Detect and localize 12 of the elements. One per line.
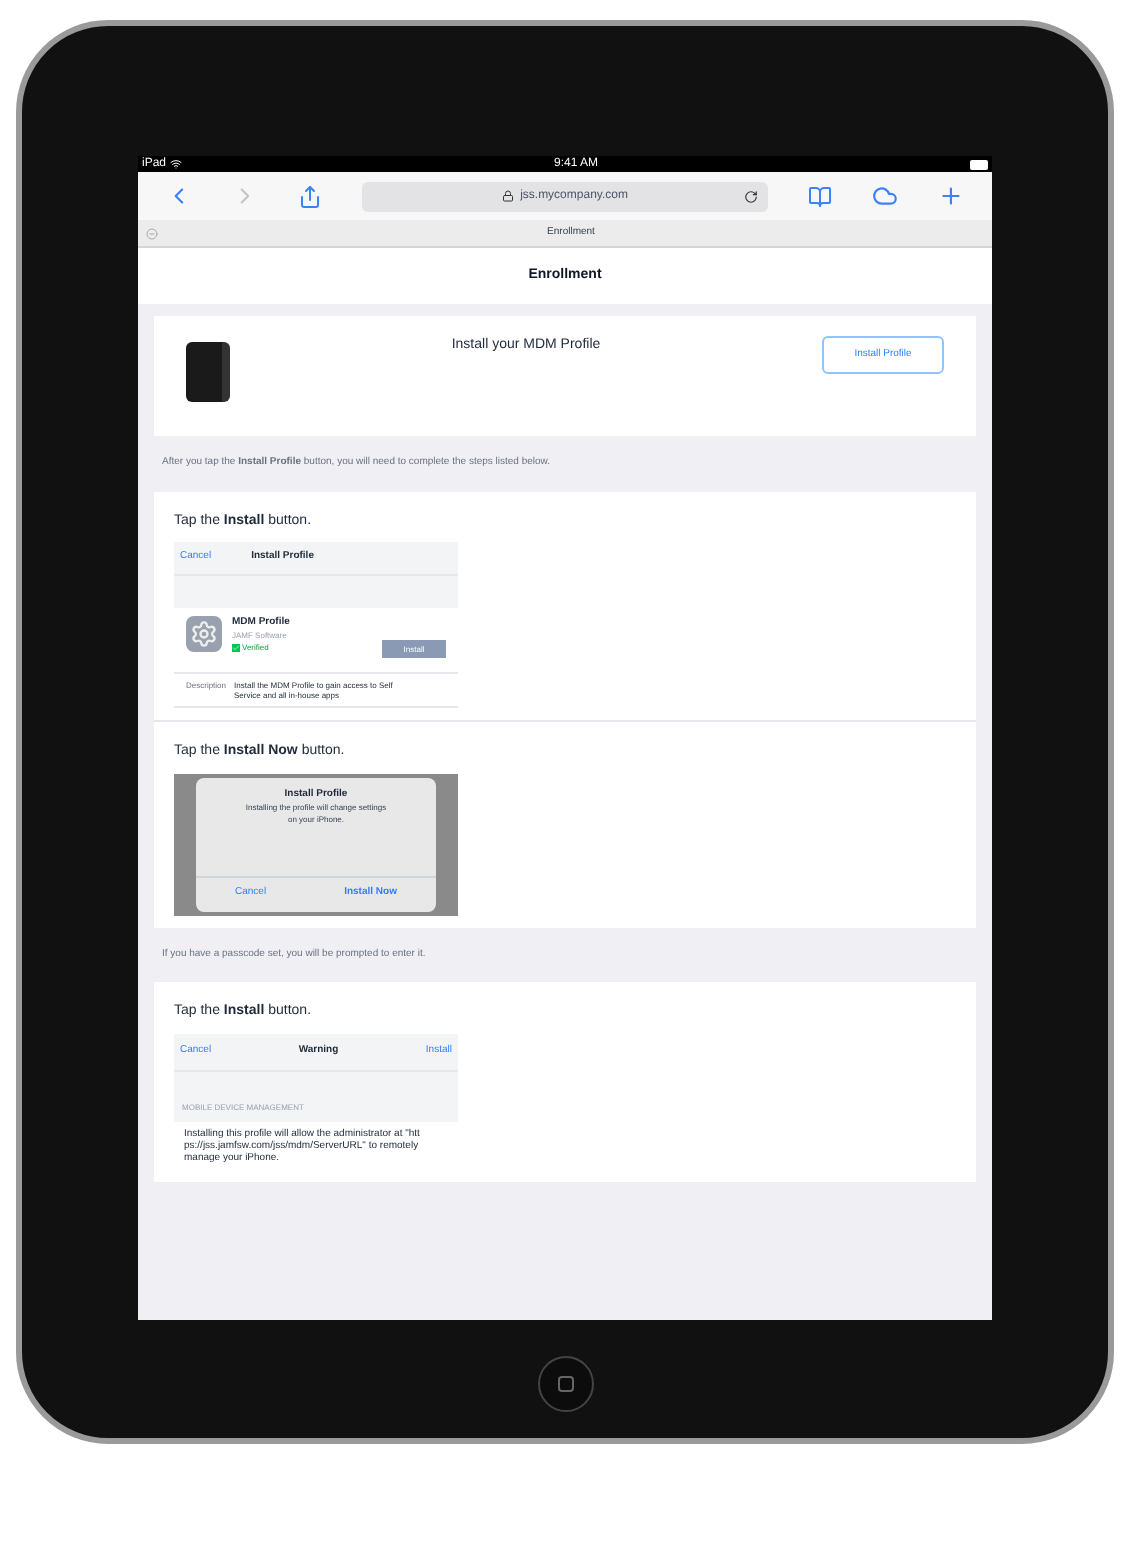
cloud-icon[interactable]	[872, 182, 899, 210]
wifi-icon	[170, 158, 183, 170]
square-icon	[557, 1376, 573, 1392]
lock-icon	[502, 190, 515, 202]
tablet-icon	[186, 342, 230, 402]
reload-icon[interactable]	[744, 189, 759, 203]
check-icon	[232, 644, 240, 652]
home-button[interactable]	[537, 1356, 593, 1412]
bookmarks-icon[interactable]	[808, 183, 833, 209]
gear-icon	[186, 616, 222, 652]
share-icon[interactable]	[297, 183, 322, 209]
add-icon[interactable]	[938, 182, 965, 210]
